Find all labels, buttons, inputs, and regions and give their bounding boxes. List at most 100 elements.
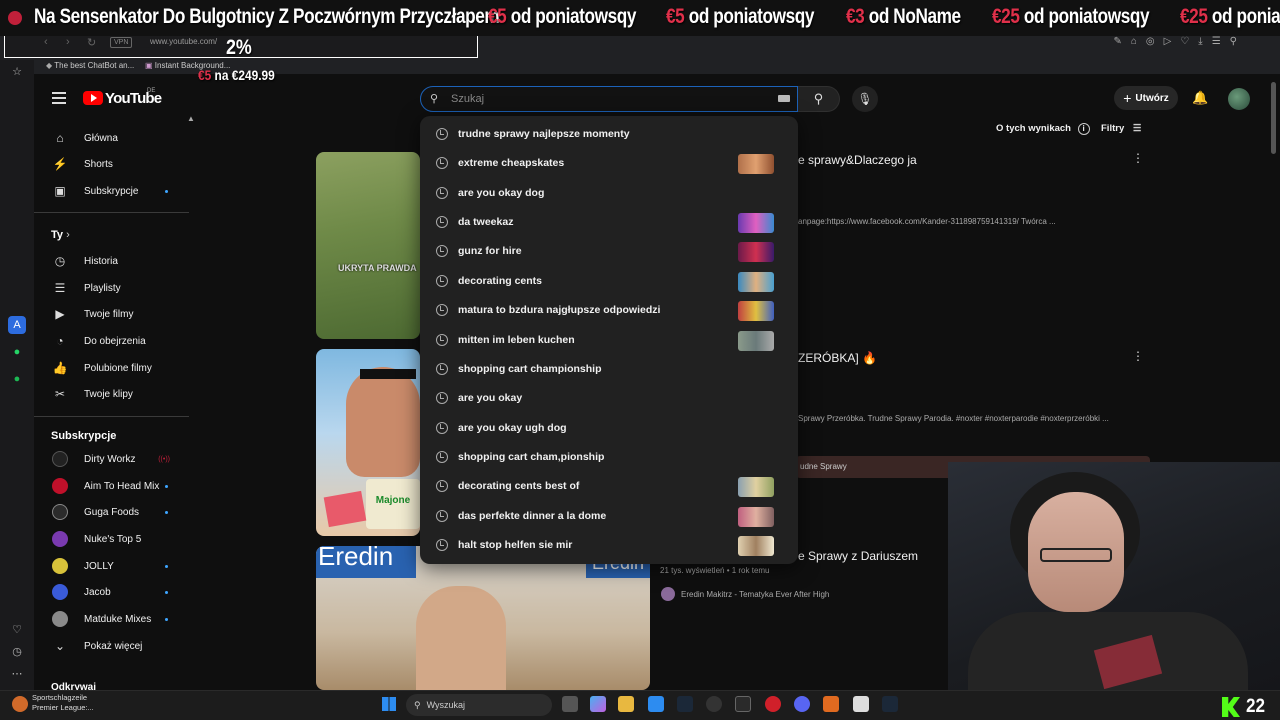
sidebar-item-watch-later[interactable]: ◔ Do obejrzenia [46,328,188,354]
sidebar-item-playlists[interactable]: ☰ Playlisty [46,275,188,301]
sidebar-item-channel[interactable]: JOLLY [46,553,188,579]
history-icon[interactable]: ◷ [8,642,26,660]
suggestion-item[interactable]: trudne sprawy najlepsze momenty [420,119,798,148]
suggestion-item[interactable]: shopping cart championship [420,354,798,383]
show-more-button[interactable]: ⌄ Pokaż więcej [46,633,188,659]
suggestion-item[interactable]: mitten im leben kuchen [420,325,798,354]
suggestion-thumbnail [738,272,774,292]
search-icon: ⚲ [430,93,439,105]
sidebar-item-your-videos[interactable]: ▶ Twoje filmy [46,301,188,327]
epic-games-icon[interactable] [735,696,751,712]
vpn-badge[interactable]: VPN [110,37,133,48]
star-icon[interactable]: ☆ [8,62,26,80]
search-input[interactable] [451,91,751,107]
spotify-icon[interactable]: ● [8,370,26,388]
sidebar-item-subscriptions[interactable]: ▣ Subskrypcje [46,178,188,204]
suggestion-item[interactable]: matura to bzdura najgłupsze odpowiedzi [420,295,798,324]
video-title[interactable]: e Sprawy z Dariuszem [798,549,918,563]
task-view-icon[interactable] [562,696,578,712]
suggestion-item[interactable]: das perfekte dinner a la dome [420,501,798,530]
windows-start-icon[interactable] [382,697,396,711]
sidebar-item-shorts[interactable]: ⚡ Shorts [46,151,188,177]
forward-icon[interactable]: › [66,36,70,48]
steam-icon[interactable] [882,696,898,712]
video-thumbnail[interactable]: Majone [316,349,420,536]
search-button[interactable]: ⚲ [798,86,840,112]
suggestion-item[interactable]: halt stop helfen sie mir [420,530,798,559]
weather-icon[interactable] [12,696,28,712]
suggestion-item[interactable]: gunz for hire [420,236,798,265]
suggestion-item[interactable]: da tweekaz [420,207,798,236]
video-title[interactable]: ZERÓBKA] 🔥 [798,351,877,365]
subscriptions-icon: ▣ [54,184,66,198]
file-explorer-icon[interactable] [618,696,634,712]
suggestion-item[interactable]: are you okay [420,383,798,412]
video-title[interactable]: e sprawy&Dlaczego ja [798,153,917,167]
suggestion-item[interactable]: extreme cheapskates [420,148,798,177]
youtube-logo-icon[interactable] [83,91,103,105]
more-options-icon[interactable]: ⋮ [1132,349,1144,363]
url-text[interactable]: www.youtube.com/ [150,37,217,46]
home-icon: ⌂ [56,131,64,145]
sunglasses-icon [360,369,416,379]
app-icon[interactable] [823,696,839,712]
news-widget[interactable]: Sportschlagzeile Premier League:... [32,693,94,713]
reload-icon[interactable]: ↻ [87,36,96,49]
sidebar-item-channel[interactable]: Aim To Head Mix [46,473,188,499]
menu-icon[interactable] [52,92,66,104]
extension-icons[interactable]: ✎⌂◎▷♡⤓☰⚲ [1113,36,1246,47]
history-icon [436,215,448,228]
ticker-logo-icon [8,11,22,25]
sidebar-item-clips[interactable]: ✂ Twoje klipy [46,381,188,407]
divider [34,212,189,213]
donation-item: €5 od poniatowsqy [488,5,637,28]
steam-icon[interactable] [677,696,693,712]
channel-avatar [52,504,68,520]
opera-icon[interactable] [765,696,781,712]
channel-name[interactable]: Eredin Makitrz - Tematyka Ever After Hig… [681,590,829,599]
history-icon [436,244,448,257]
suggestion-item[interactable]: decorating cents [420,266,798,295]
back-icon[interactable]: ‹ [44,36,48,48]
sidebar-item-liked[interactable]: 👍 Polubione filmy [46,355,188,381]
suggestion-item[interactable]: shopping cart cham,pionship [420,442,798,471]
suggestion-item[interactable]: are you okay dog [420,178,798,207]
sidebar-item-channel[interactable]: Matduke Mixes [46,606,188,632]
video-thumbnail[interactable]: UKRYTA PRAWDA [316,152,420,339]
avatar[interactable] [1228,88,1250,110]
whatsapp-icon[interactable]: ● [8,343,26,361]
you-section-title[interactable]: Ty › [51,229,70,241]
discord-icon[interactable] [794,696,810,712]
heart-icon[interactable]: ♡ [8,620,26,638]
sidebar-item-history[interactable]: ◷ Historia [46,248,188,274]
suggestion-item[interactable]: are you okay ugh dog [420,413,798,442]
sidebar-item-channel[interactable]: Nuke's Top 5 [46,526,188,552]
subscriptions-section-title: Subskrypcje [51,430,117,442]
mic-icon[interactable]: 🎙 [852,86,878,112]
app-icon[interactable] [853,696,869,712]
video-thumbnail[interactable]: Eredin Eredin [316,546,650,690]
filters-button[interactable]: Filtry ☰ [1101,123,1141,134]
scrollbar[interactable] [1271,82,1276,154]
app-store-icon[interactable]: A [8,316,26,334]
sidebar-item-channel[interactable]: Dirty Workz ((•)) [46,446,188,472]
collapse-icon[interactable]: ▲ [187,114,195,123]
copilot-icon[interactable] [590,696,606,712]
more-options-icon[interactable]: ⋮ [1132,151,1144,165]
keyboard-icon[interactable] [778,95,790,102]
taskbar-search[interactable]: ⚲ Wyszukaj [406,694,552,716]
more-icon[interactable]: ⋯ [8,664,26,682]
video-description: Sprawy Przeróbka. Trudne Sprawy Parodia.… [798,414,1109,423]
bookmark-item[interactable]: ◆ The best ChatBot an... [46,61,134,70]
goal-percent: 2% [226,36,252,59]
store-icon[interactable] [648,696,664,712]
suggestion-item[interactable]: decorating cents best of [420,471,798,500]
sidebar-item-channel[interactable]: Jacob [46,579,188,605]
channel-avatar[interactable] [661,587,675,601]
app-icon[interactable] [706,696,722,712]
create-button[interactable]: + Utwórz [1114,86,1178,110]
bell-icon[interactable]: 🔔 [1192,90,1208,106]
sidebar-item-home[interactable]: ⌂ Główna [46,125,188,151]
about-results[interactable]: O tych wynikach i [996,123,1090,135]
sidebar-item-channel[interactable]: Guga Foods [46,499,188,525]
